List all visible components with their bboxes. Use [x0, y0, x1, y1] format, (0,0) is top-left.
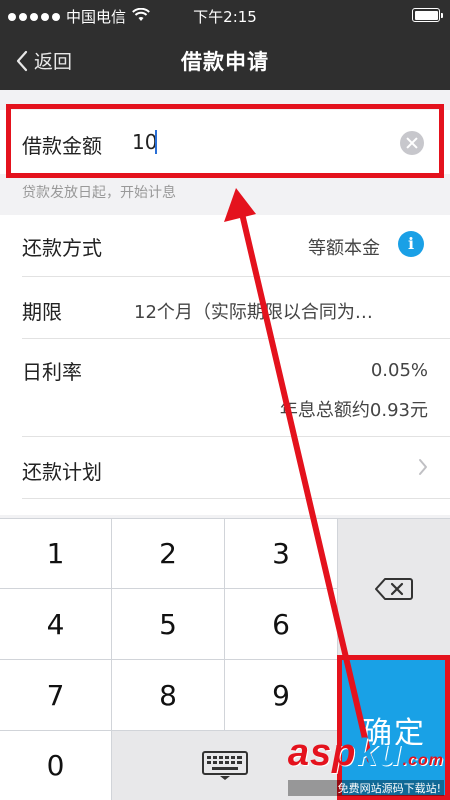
repayment-plan-row[interactable]: 还款计划: [22, 456, 102, 485]
amount-label: 借款金额: [22, 134, 102, 158]
term-value[interactable]: 12个月（实际期限以合同为…: [134, 298, 428, 324]
divider: [22, 276, 450, 277]
key-7[interactable]: 7: [0, 660, 111, 730]
interest-hint: 贷款发放日起，开始计息: [22, 185, 176, 201]
status-bar: 中国电信 下午2:15: [0, 0, 450, 30]
key-5[interactable]: 5: [112, 589, 224, 659]
key-2[interactable]: 2: [112, 519, 224, 588]
key-9[interactable]: 9: [225, 660, 337, 730]
key-1[interactable]: 1: [0, 519, 111, 588]
info-icon[interactable]: i: [398, 231, 424, 257]
total-interest-value: 年息总额约0.93元: [279, 400, 428, 421]
battery-icon: [412, 8, 443, 22]
daily-rate-label: 日利率: [22, 360, 82, 384]
keyboard-icon: [201, 750, 248, 780]
key-6[interactable]: 6: [225, 589, 337, 659]
divider: [22, 436, 450, 437]
clear-icon[interactable]: [400, 131, 424, 155]
key-0[interactable]: 0: [0, 731, 111, 800]
term-label: 期限: [22, 300, 62, 324]
watermark-logo: aspku.com: [287, 732, 444, 774]
key-3[interactable]: 3: [225, 519, 337, 588]
page-title: 借款申请: [181, 50, 269, 74]
divider: [22, 498, 450, 499]
daily-rate-value: 0.05%: [370, 360, 428, 381]
divider: [22, 338, 450, 339]
status-time: 下午2:15: [193, 8, 257, 26]
nav-bar: 返回 借款申请: [0, 30, 450, 90]
repayment-method-label: 还款方式: [22, 236, 102, 260]
backspace-key[interactable]: [338, 519, 450, 659]
site-watermark: aspku.com 免费网站源码下载站!: [287, 732, 444, 796]
watermark-subtitle: 免费网站源码下载站!: [287, 780, 444, 796]
amount-row: 借款金额: [0, 110, 450, 174]
text-cursor: [155, 130, 157, 154]
backspace-icon: [375, 578, 413, 600]
key-8[interactable]: 8: [112, 660, 224, 730]
chevron-right-icon: [419, 459, 427, 475]
key-4[interactable]: 4: [0, 589, 111, 659]
repayment-method-value[interactable]: 等额本金: [308, 234, 380, 260]
amount-input[interactable]: [132, 128, 392, 156]
